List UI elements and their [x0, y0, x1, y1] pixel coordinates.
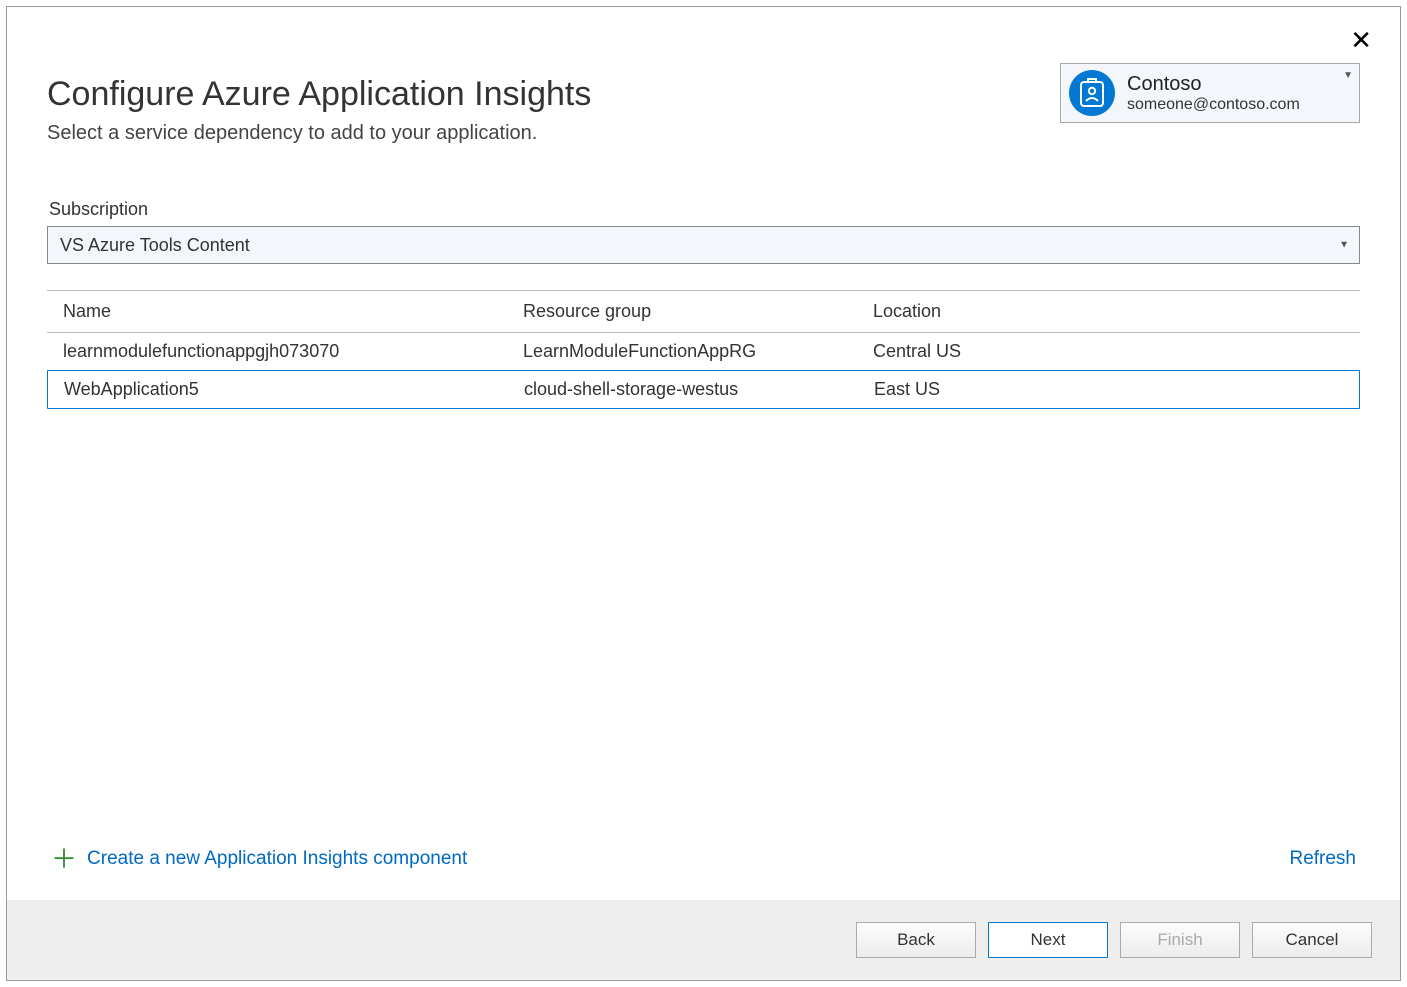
- refresh-link[interactable]: Refresh: [1289, 848, 1356, 870]
- cell-name: learnmodulefunctionappgjh073070: [63, 341, 523, 362]
- subscription-selected: VS Azure Tools Content: [60, 235, 250, 256]
- badge-icon: [1069, 70, 1115, 116]
- cell-location: East US: [874, 379, 1343, 400]
- header-row: Configure Azure Application Insights Sel…: [47, 47, 1360, 175]
- content-area: Configure Azure Application Insights Sel…: [7, 7, 1400, 900]
- cell-name: WebApplication5: [64, 379, 524, 400]
- finish-button: Finish: [1120, 922, 1240, 958]
- create-new-label: Create a new Application Insights compon…: [87, 848, 467, 870]
- cancel-button[interactable]: Cancel: [1252, 922, 1372, 958]
- cell-resource-group: LearnModuleFunctionAppRG: [523, 341, 873, 362]
- account-picker[interactable]: Contoso someone@contoso.com ▼: [1060, 63, 1360, 123]
- subscription-label: Subscription: [49, 199, 1360, 220]
- page-subtitle: Select a service dependency to add to yo…: [47, 122, 591, 145]
- account-name: Contoso: [1127, 73, 1300, 96]
- table-row[interactable]: learnmodulefunctionappgjh073070 LearnMod…: [47, 333, 1360, 370]
- dialog: ✕ Configure Azure Application Insights S…: [6, 6, 1401, 981]
- create-new-link[interactable]: ＋ Create a new Application Insights comp…: [51, 846, 467, 872]
- titles: Configure Azure Application Insights Sel…: [47, 47, 591, 175]
- plus-icon: ＋: [51, 846, 77, 872]
- col-location: Location: [873, 301, 1344, 322]
- next-button[interactable]: Next: [988, 922, 1108, 958]
- account-email: someone@contoso.com: [1127, 96, 1300, 114]
- table-header: Name Resource group Location: [47, 290, 1360, 333]
- col-resource-group: Resource group: [523, 301, 873, 322]
- links-row: ＋ Create a new Application Insights comp…: [47, 826, 1360, 900]
- cell-resource-group: cloud-shell-storage-westus: [524, 379, 874, 400]
- footer: Back Next Finish Cancel: [7, 900, 1400, 980]
- col-name: Name: [63, 301, 523, 322]
- chevron-down-icon: ▼: [1343, 70, 1353, 81]
- account-text: Contoso someone@contoso.com: [1127, 73, 1300, 114]
- instances-table: Name Resource group Location learnmodule…: [47, 290, 1360, 409]
- table-row[interactable]: WebApplication5 cloud-shell-storage-west…: [47, 370, 1360, 409]
- page-title: Configure Azure Application Insights: [47, 75, 591, 114]
- back-button[interactable]: Back: [856, 922, 976, 958]
- chevron-down-icon: ▼: [1339, 240, 1349, 251]
- subscription-dropdown[interactable]: VS Azure Tools Content ▼: [47, 226, 1360, 264]
- cell-location: Central US: [873, 341, 1344, 362]
